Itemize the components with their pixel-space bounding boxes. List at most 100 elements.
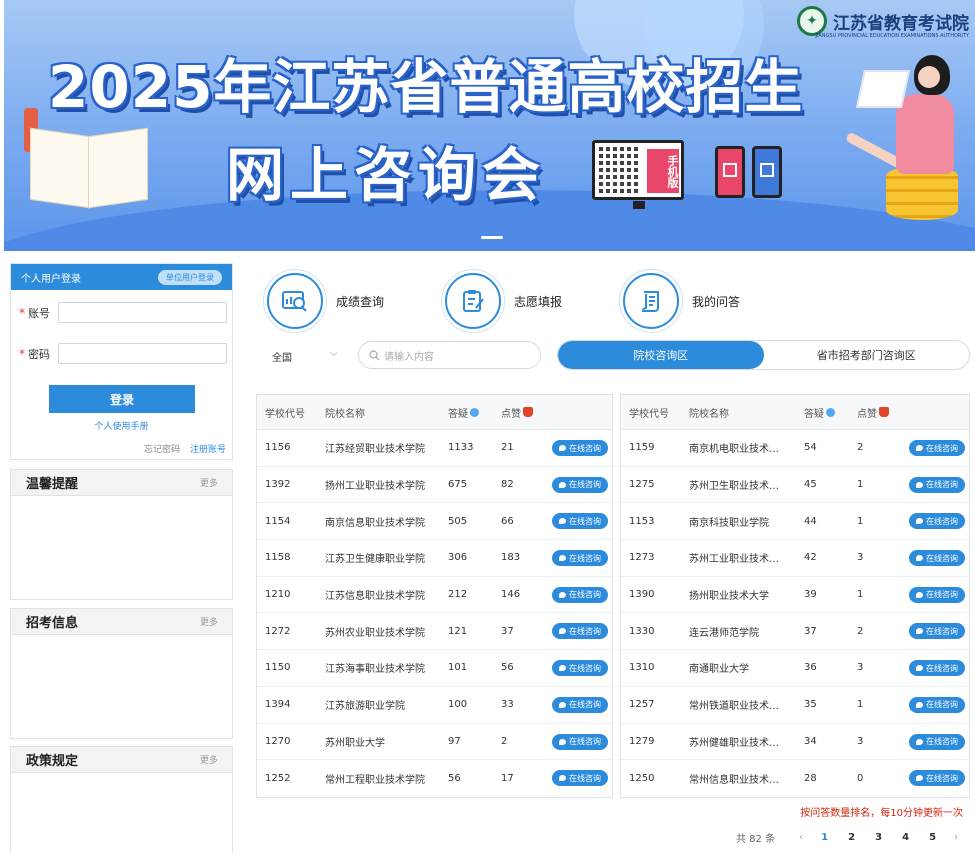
banner-title: 2025年江苏省普通高校招生 bbox=[48, 53, 804, 121]
cell-likes: 33 bbox=[501, 699, 514, 711]
cell-name[interactable]: 江苏海事职业技术学院 bbox=[325, 650, 425, 686]
account-input[interactable] bbox=[58, 302, 227, 323]
quick-link-label: 成绩查询 bbox=[336, 294, 385, 309]
header-questions[interactable]: 答疑 bbox=[448, 395, 479, 429]
banner-subtitle: 网上咨询会 bbox=[226, 141, 547, 209]
header-likes[interactable]: 点赞 bbox=[857, 395, 889, 429]
search-input[interactable]: 请输入内容 bbox=[358, 341, 541, 369]
prev-page-button[interactable]: ‹ bbox=[791, 832, 811, 843]
cell-name[interactable]: 南京机电职业技术… bbox=[689, 430, 779, 466]
page-3-button[interactable]: 3 bbox=[865, 832, 892, 843]
table-row: 1392 扬州工业职业技术学院 675 82 在线咨询 bbox=[257, 467, 612, 504]
page-2-button[interactable]: 2 bbox=[838, 832, 865, 843]
account-label: 账号 bbox=[28, 306, 50, 320]
region-select[interactable]: 全国 bbox=[272, 349, 292, 364]
consult-label: 在线咨询 bbox=[926, 700, 958, 710]
chat-bubble-icon bbox=[916, 555, 923, 562]
online-consult-button[interactable]: 在线咨询 bbox=[909, 440, 965, 456]
online-consult-button[interactable]: 在线咨询 bbox=[909, 660, 965, 677]
more-link[interactable]: 更多 bbox=[200, 753, 218, 766]
cell-code: 1210 bbox=[265, 589, 291, 601]
online-consult-button[interactable]: 在线咨询 bbox=[552, 440, 608, 456]
org-login-button[interactable]: 单位用户登录 bbox=[158, 269, 222, 285]
online-consult-button[interactable]: 在线咨询 bbox=[552, 623, 608, 640]
online-consult-button[interactable]: 在线咨询 bbox=[909, 550, 965, 567]
cell-name[interactable]: 南京信息职业技术学院 bbox=[325, 503, 425, 539]
online-consult-button[interactable]: 在线咨询 bbox=[552, 550, 608, 567]
cell-name[interactable]: 苏州健雄职业技术… bbox=[689, 724, 779, 760]
cell-name[interactable]: 常州铁道职业技术… bbox=[689, 687, 779, 723]
exam-info-panel: 招考信息 更多 bbox=[10, 608, 233, 739]
cell-code: 1158 bbox=[265, 552, 291, 564]
cell-name[interactable]: 苏州职业大学 bbox=[325, 724, 385, 760]
cell-name[interactable]: 江苏经贸职业技术学院 bbox=[325, 430, 425, 466]
password-input[interactable] bbox=[58, 343, 227, 364]
info-icon bbox=[826, 407, 835, 417]
online-consult-button[interactable]: 在线咨询 bbox=[909, 513, 965, 530]
login-button[interactable]: 登录 bbox=[49, 385, 195, 413]
cell-likes: 17 bbox=[501, 773, 514, 785]
cell-questions: 44 bbox=[804, 515, 817, 527]
online-consult-button[interactable]: 在线咨询 bbox=[552, 660, 608, 677]
online-consult-button[interactable]: 在线咨询 bbox=[552, 733, 608, 750]
online-consult-button[interactable]: 在线咨询 bbox=[552, 696, 608, 713]
header-likes[interactable]: 点赞 bbox=[501, 395, 533, 429]
carousel-indicator[interactable] bbox=[481, 236, 503, 239]
my-qa-link[interactable]: 我的问答 bbox=[619, 269, 740, 333]
page-5-button[interactable]: 5 bbox=[919, 832, 946, 843]
user-manual-link[interactable]: 个人使用手册 bbox=[11, 419, 232, 432]
cell-name[interactable]: 苏州农业职业技术学院 bbox=[325, 613, 425, 649]
page-4-button[interactable]: 4 bbox=[892, 832, 919, 843]
page-1-button[interactable]: 1 bbox=[811, 832, 838, 843]
table-row: 1153 南京科技职业学院 44 1 在线咨询 bbox=[621, 503, 969, 541]
more-link[interactable]: 更多 bbox=[200, 615, 218, 628]
more-link[interactable]: 更多 bbox=[200, 476, 218, 489]
cell-name[interactable]: 江苏信息职业技术学院 bbox=[325, 577, 425, 613]
cell-questions: 28 bbox=[804, 773, 817, 785]
chat-bubble-icon bbox=[916, 665, 923, 672]
online-consult-button[interactable]: 在线咨询 bbox=[552, 770, 608, 787]
cell-name[interactable]: 连云港师范学院 bbox=[689, 613, 759, 649]
table-row: 1250 常州信息职业技术… 28 0 在线咨询 bbox=[621, 760, 969, 797]
header-questions[interactable]: 答疑 bbox=[804, 395, 835, 429]
org-english-name: JIANGSU PROVINCIAL EDUCATION EXAMINATION… bbox=[815, 33, 969, 39]
online-consult-button[interactable]: 在线咨询 bbox=[552, 513, 608, 530]
tab-college-consult[interactable]: 院校咨询区 bbox=[558, 341, 764, 369]
tab-department-consult[interactable]: 省市招考部门咨询区 bbox=[764, 341, 970, 369]
chevron-down-icon[interactable]: ⌵ bbox=[330, 348, 338, 359]
online-consult-button[interactable]: 在线咨询 bbox=[909, 476, 965, 493]
cell-name[interactable]: 苏州卫生职业技术… bbox=[689, 467, 779, 503]
online-consult-button[interactable]: 在线咨询 bbox=[909, 623, 965, 640]
cell-code: 1159 bbox=[629, 442, 655, 454]
forgot-password-link[interactable]: 忘记密码 bbox=[144, 442, 180, 455]
cell-name[interactable]: 南通职业大学 bbox=[689, 650, 749, 686]
banner: 2025年江苏省普通高校招生 网上咨询会 ✦ 江苏省教育考试院 JIANGSU … bbox=[4, 0, 975, 251]
cell-name[interactable]: 扬州职业技术大学 bbox=[689, 577, 769, 613]
cell-name[interactable]: 南京科技职业学院 bbox=[689, 503, 769, 539]
cell-questions: 212 bbox=[448, 589, 468, 601]
online-consult-button[interactable]: 在线咨询 bbox=[909, 696, 965, 713]
application-fill-link[interactable]: 志愿填报 bbox=[441, 269, 562, 333]
mobile-version-label: 手机版 bbox=[647, 149, 679, 193]
cell-name[interactable]: 苏州工业职业技术… bbox=[689, 540, 779, 576]
phone-icon bbox=[752, 146, 782, 198]
online-consult-button[interactable]: 在线咨询 bbox=[552, 586, 608, 603]
cell-name[interactable]: 常州工程职业技术学院 bbox=[325, 760, 425, 797]
consult-label: 在线咨询 bbox=[926, 773, 958, 783]
login-header: 个人用户登录 单位用户登录 bbox=[11, 264, 232, 290]
cell-name[interactable]: 扬州工业职业技术学院 bbox=[325, 467, 425, 503]
cell-name[interactable]: 江苏旅游职业学院 bbox=[325, 687, 405, 723]
cell-name[interactable]: 江苏卫生健康职业学院 bbox=[325, 540, 425, 576]
cell-likes: 21 bbox=[501, 442, 514, 454]
online-consult-button[interactable]: 在线咨询 bbox=[909, 586, 965, 603]
online-consult-button[interactable]: 在线咨询 bbox=[909, 733, 965, 750]
cell-name[interactable]: 常州信息职业技术… bbox=[689, 760, 779, 797]
header-questions-label: 答疑 bbox=[448, 408, 468, 420]
online-consult-button[interactable]: 在线咨询 bbox=[552, 476, 608, 493]
score-query-link[interactable]: 成绩查询 bbox=[263, 269, 384, 333]
register-link[interactable]: 注册账号 bbox=[190, 442, 226, 455]
next-page-button[interactable]: › bbox=[946, 832, 966, 843]
mobile-version-qr[interactable]: 手机版 bbox=[592, 140, 684, 209]
online-consult-button[interactable]: 在线咨询 bbox=[909, 770, 965, 787]
cell-questions: 100 bbox=[448, 699, 468, 711]
